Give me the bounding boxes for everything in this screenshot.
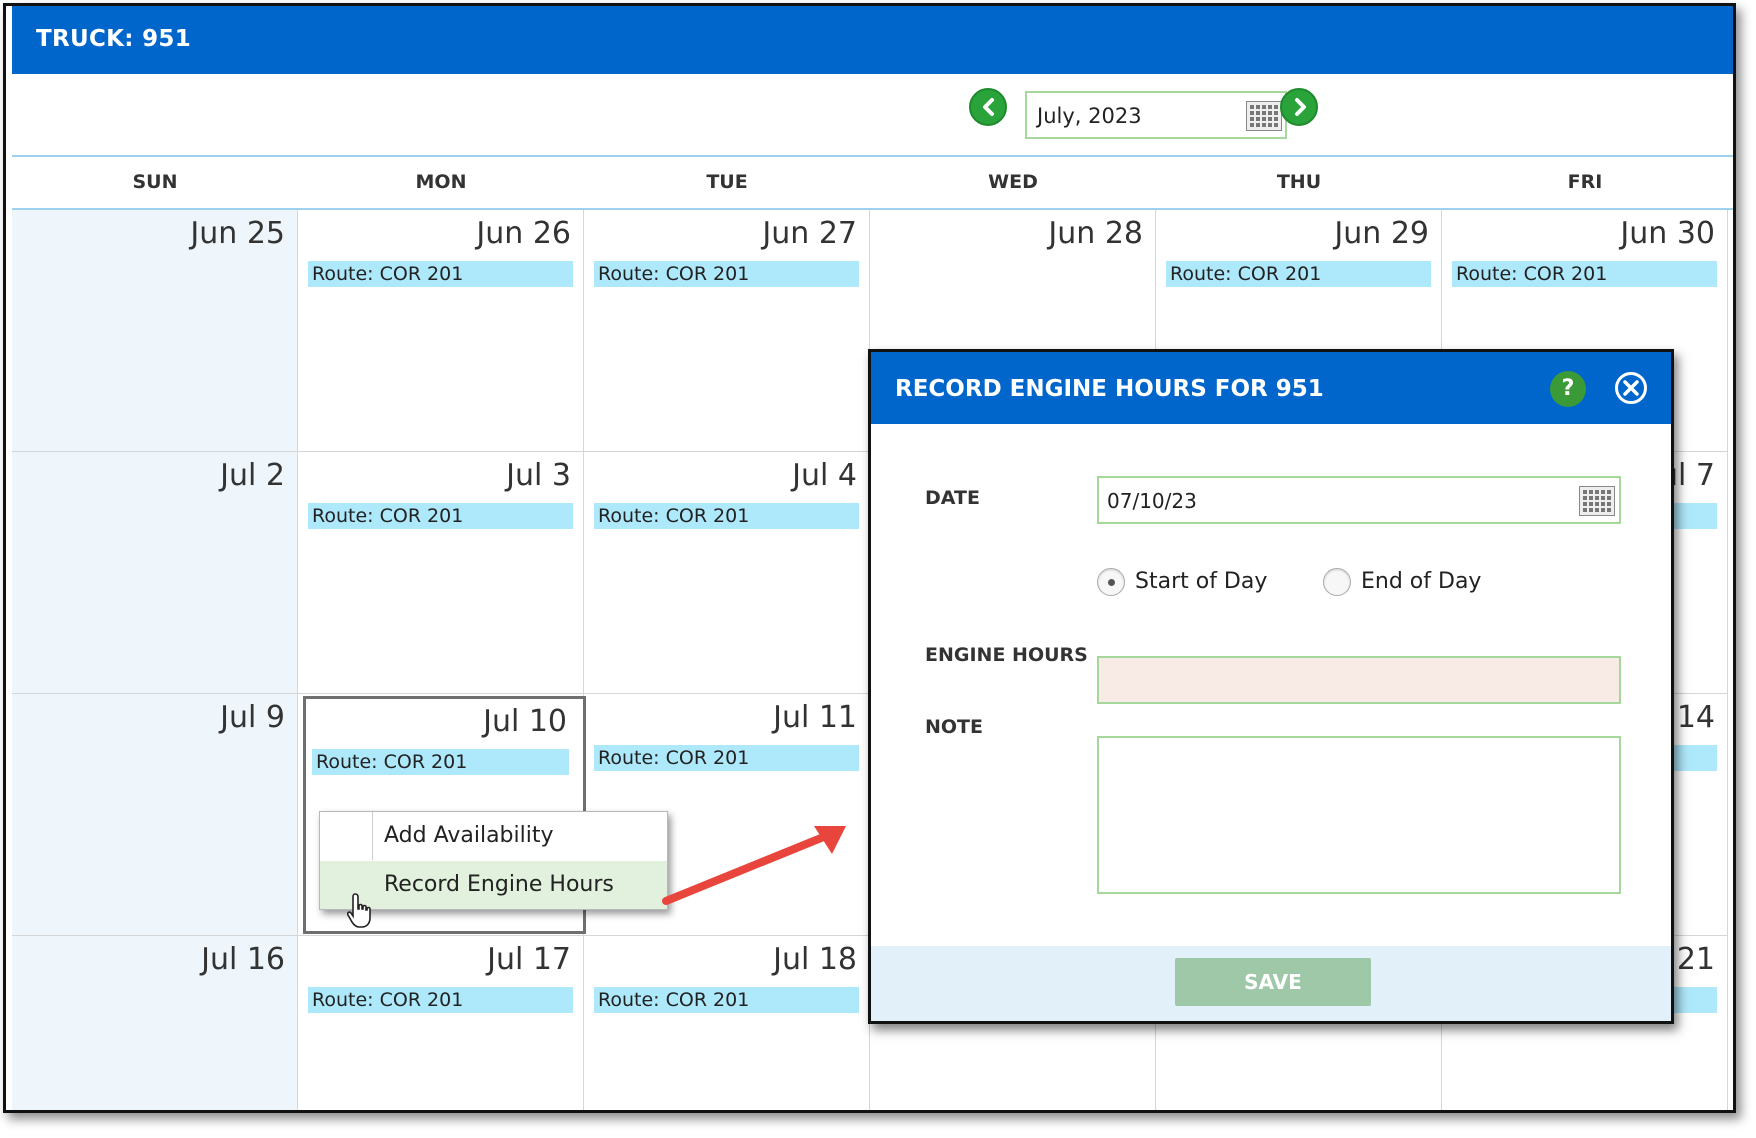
day-number: Jul 3 (506, 458, 571, 493)
day-number: Jun 26 (476, 216, 571, 251)
route-event[interactable]: Route: COR 201 (308, 987, 573, 1013)
help-button[interactable]: ? (1550, 371, 1586, 407)
weekday-sun: SUN (132, 171, 178, 193)
hand-pointer-icon (346, 892, 377, 934)
radio-selected-indicator (1097, 568, 1125, 596)
dialog-title: RECORD ENGINE HOURS FOR 951 (895, 376, 1324, 402)
day-number: Jun 27 (762, 216, 857, 251)
engine-hours-label: ENGINE HOURS (925, 644, 1088, 666)
weekday-tue: TUE (706, 171, 748, 193)
note-label: NOTE (925, 716, 983, 738)
menu-item-add-availability-exception[interactable]: Add Availability Exception (320, 812, 667, 896)
annotation-arrow (662, 826, 846, 905)
day-number: Jul 18 (773, 942, 857, 977)
route-event[interactable]: Route: COR 201 (594, 503, 859, 529)
weekday-header: SUN MON TUE WED THU FRI (12, 157, 1733, 210)
date-label: DATE (925, 487, 980, 509)
weekday-mon: MON (415, 171, 467, 193)
route-event[interactable]: Route: COR 201 (594, 987, 859, 1013)
radio-unselected-indicator (1323, 568, 1351, 596)
calendar-day-cell[interactable]: Jul 17 Route: COR 201 (298, 936, 584, 1110)
menu-item-label: Record Engine Hours (384, 872, 614, 897)
title-bar: TRUCK: 951 (12, 6, 1733, 74)
calendar-day-cell[interactable]: Jul 3 Route: COR 201 (298, 452, 584, 694)
calendar-day-cell[interactable]: Jun 25 (12, 210, 298, 452)
calendar-grid-icon[interactable] (1579, 486, 1615, 516)
calendar-day-cell[interactable]: Jul 2 (12, 452, 298, 694)
route-event[interactable]: Route: COR 201 (594, 261, 859, 287)
prev-month-button[interactable] (969, 88, 1007, 126)
weekday-thu: THU (1276, 171, 1322, 193)
month-picker[interactable]: July, 2023 (1025, 91, 1287, 139)
date-value: 07/10/23 (1107, 489, 1197, 513)
dialog-footer: SAVE (871, 946, 1671, 1021)
calendar-grid-icon[interactable] (1246, 101, 1282, 131)
calendar-day-cell[interactable]: Jun 27 Route: COR 201 (584, 210, 870, 452)
day-number: Jun 29 (1334, 216, 1429, 251)
close-button[interactable] (1615, 372, 1647, 404)
day-number: Jun 30 (1620, 216, 1715, 251)
calendar-day-cell[interactable]: Jul 16 (12, 936, 298, 1110)
weekday-fri: FRI (1567, 171, 1603, 193)
month-value: July, 2023 (1037, 104, 1142, 128)
radio-end-label: End of Day (1361, 569, 1482, 594)
calendar-window: TRUCK: 951 July, 2023 SUN MON TUE WED TH… (3, 3, 1736, 1113)
calendar-day-cell[interactable]: Jul 9 (12, 694, 298, 936)
dialog-header: RECORD ENGINE HOURS FOR 951 ? (871, 352, 1671, 424)
context-menu: Add Availability Exception Record Engine… (319, 811, 668, 928)
route-event[interactable]: Route: COR 201 (308, 503, 573, 529)
record-engine-hours-dialog: RECORD ENGINE HOURS FOR 951 ? DATE 07/10… (868, 349, 1674, 1024)
day-number: Jul 17 (487, 942, 571, 977)
radio-start-label: Start of Day (1135, 569, 1268, 594)
day-number: Jun 25 (190, 216, 285, 251)
route-event[interactable]: Route: COR 201 (1452, 261, 1717, 287)
calendar-day-cell[interactable]: Jul 18 Route: COR 201 (584, 936, 870, 1110)
calendar-day-cell[interactable]: Jul 4 Route: COR 201 (584, 452, 870, 694)
route-event[interactable]: Route: COR 201 (1166, 261, 1431, 287)
day-number: Jun 28 (1048, 216, 1143, 251)
save-button[interactable]: SAVE (1175, 958, 1371, 1006)
next-month-button[interactable] (1280, 88, 1318, 126)
month-navigation: July, 2023 (12, 74, 1733, 157)
note-textarea[interactable] (1097, 736, 1621, 894)
date-field[interactable]: 07/10/23 (1097, 476, 1621, 524)
day-number: Jul 2 (220, 458, 285, 493)
truck-title: TRUCK: 951 (36, 26, 191, 52)
day-number: Jul 9 (220, 700, 285, 735)
day-number: Jul 11 (773, 700, 857, 735)
calendar-day-cell[interactable]: Jun 26 Route: COR 201 (298, 210, 584, 452)
route-event[interactable]: Route: COR 201 (594, 745, 859, 771)
weekday-wed: WED (988, 171, 1038, 193)
route-event[interactable]: Route: COR 201 (308, 261, 573, 287)
engine-hours-input[interactable] (1097, 656, 1621, 704)
day-number: Jul 4 (792, 458, 857, 493)
day-number: Jul 16 (201, 942, 285, 977)
